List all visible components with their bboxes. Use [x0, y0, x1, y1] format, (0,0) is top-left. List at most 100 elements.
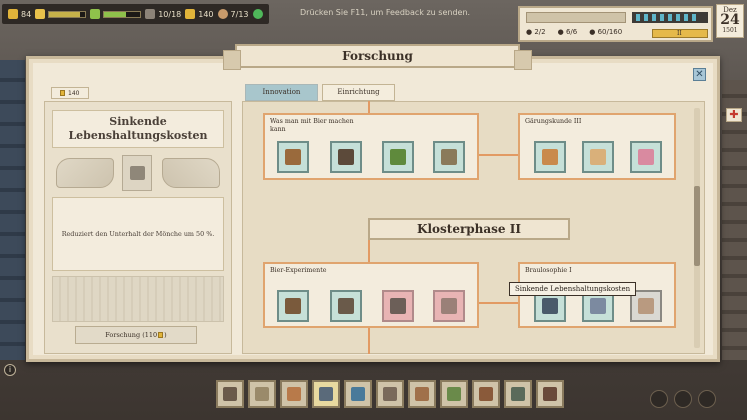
- hand-right-icon: [162, 158, 220, 188]
- monks-ratio[interactable]: 7/13: [217, 9, 249, 19]
- build-tool-button[interactable]: [312, 380, 340, 408]
- gears-research-slot[interactable]: [330, 290, 362, 322]
- smile-icon: [252, 9, 263, 19]
- node-title: Was man mit Bier machen kann: [270, 118, 354, 133]
- gold-resource[interactable]: 84: [8, 9, 31, 19]
- tree-node[interactable]: Bier-Experimente: [263, 262, 479, 328]
- scrollbar-thumb[interactable]: [694, 186, 700, 266]
- beer-research-slot[interactable]: [277, 141, 309, 173]
- tools-ratio-value: 10/18: [158, 9, 182, 19]
- beer-icon: [285, 149, 301, 165]
- barrel-research-slot[interactable]: [433, 141, 465, 173]
- monks-count[interactable]: ● 2/2: [526, 28, 546, 36]
- scroll-icon: [590, 149, 606, 165]
- happiness-indicator[interactable]: [252, 9, 263, 19]
- storage-count[interactable]: ● 60/160: [589, 28, 622, 36]
- lantern-icon: [590, 298, 606, 314]
- flask-icon: [351, 387, 365, 401]
- menu-button[interactable]: [674, 390, 692, 408]
- magnifier-icon: [223, 387, 237, 401]
- food-icon: [35, 9, 46, 19]
- coins-resource[interactable]: 140: [185, 9, 214, 19]
- pen-tool-button[interactable]: [376, 380, 404, 408]
- date-day: 24: [720, 12, 740, 28]
- drink-bar[interactable]: [90, 9, 142, 19]
- hammer-research-slot[interactable]: [330, 141, 362, 173]
- bed-icon: ●: [557, 28, 564, 36]
- gears-icon: [338, 298, 354, 314]
- scroll-research-slot[interactable]: [582, 141, 614, 173]
- food-progress: [48, 10, 87, 18]
- tools-icon: [319, 387, 333, 401]
- tree-node[interactable]: Gärungskunde III: [518, 113, 676, 180]
- plant-icon: [390, 149, 406, 165]
- coins-value: 140: [198, 9, 214, 19]
- connector-line: [368, 326, 370, 354]
- tools-ratio[interactable]: 10/18: [145, 9, 181, 19]
- map-icon: [255, 387, 269, 401]
- bag-tool-button[interactable]: [472, 380, 500, 408]
- drink-progress: [103, 10, 142, 18]
- speed-button[interactable]: [650, 390, 668, 408]
- tab-einrichtung[interactable]: Einrichtung: [322, 84, 395, 101]
- box-icon: [415, 387, 429, 401]
- search-tool-button[interactable]: [216, 380, 244, 408]
- bottle-icon: [542, 298, 558, 314]
- mug-icon: [441, 298, 457, 314]
- coin-icon: [185, 9, 196, 19]
- food-tool-button[interactable]: [280, 380, 308, 408]
- beds-count[interactable]: ● 6/6: [558, 28, 578, 36]
- box-tool-button[interactable]: [408, 380, 436, 408]
- tree-scrollbar[interactable]: [694, 108, 700, 348]
- tab-innovation-label: Innovation: [262, 88, 301, 96]
- info-icon: i: [8, 365, 12, 374]
- options-button[interactable]: [698, 390, 716, 408]
- research-cost-value: 140: [68, 89, 80, 97]
- map-tool-button[interactable]: [248, 380, 276, 408]
- connector-line: [368, 101, 370, 113]
- info-button[interactable]: i: [4, 364, 16, 376]
- food-bar[interactable]: [35, 9, 87, 19]
- cart-research-slot[interactable]: [277, 290, 309, 322]
- node-title: Gärungskunde III: [525, 118, 582, 125]
- close-button[interactable]: ✕: [693, 68, 706, 81]
- feedback-hint: Drücken Sie F11, um Feedback zu senden.: [300, 8, 471, 17]
- sprout-icon: [447, 387, 461, 401]
- research-illustration: [52, 152, 224, 194]
- node-title: Bier-Experimente: [270, 267, 327, 274]
- bottom-toolbar: [216, 380, 564, 408]
- tea-pot-research-slot[interactable]: [630, 141, 662, 173]
- status-panel: ● 2/2 ● 6/6 ● 60/160 II: [518, 6, 713, 42]
- background-wall-left: [0, 60, 25, 360]
- hand-left-icon: [56, 158, 114, 188]
- research-description: Reduziert den Unterhalt der Mönche um 50…: [52, 197, 224, 271]
- monks-stat-icon: ●: [526, 28, 533, 36]
- food-icon: [287, 387, 301, 401]
- level-bar: II: [652, 29, 708, 38]
- bread-research-slot[interactable]: [534, 141, 566, 173]
- phase-banner: Klosterphase II: [358, 218, 580, 241]
- connector-line: [368, 240, 370, 262]
- connector-line: [478, 154, 520, 156]
- person-icon: [543, 387, 557, 401]
- tea-pot-icon: [638, 149, 654, 165]
- tree-node[interactable]: Was man mit Bier machen kann: [263, 113, 479, 180]
- research-cost-badge: 140: [51, 87, 89, 99]
- anvil-research-slot[interactable]: [382, 290, 414, 322]
- bell-tool-button[interactable]: [504, 380, 532, 408]
- research-center-icon: [122, 155, 152, 191]
- barrel-icon: [441, 149, 457, 165]
- research-button[interactable]: Forschung (110): [75, 326, 197, 344]
- level-label: II: [677, 30, 682, 37]
- mug-research-slot[interactable]: [433, 290, 465, 322]
- plant-research-slot[interactable]: [382, 141, 414, 173]
- monk-icon: [217, 9, 228, 19]
- add-button[interactable]: ✚: [726, 108, 742, 122]
- research-button-label: Forschung (110: [105, 331, 158, 339]
- tab-innovation[interactable]: Innovation: [245, 84, 318, 101]
- person-tool-button[interactable]: [536, 380, 564, 408]
- plant-tool-button[interactable]: [440, 380, 468, 408]
- flask-tool-button[interactable]: [344, 380, 372, 408]
- research-button-suffix: ): [164, 331, 167, 339]
- hammer-icon: [338, 149, 354, 165]
